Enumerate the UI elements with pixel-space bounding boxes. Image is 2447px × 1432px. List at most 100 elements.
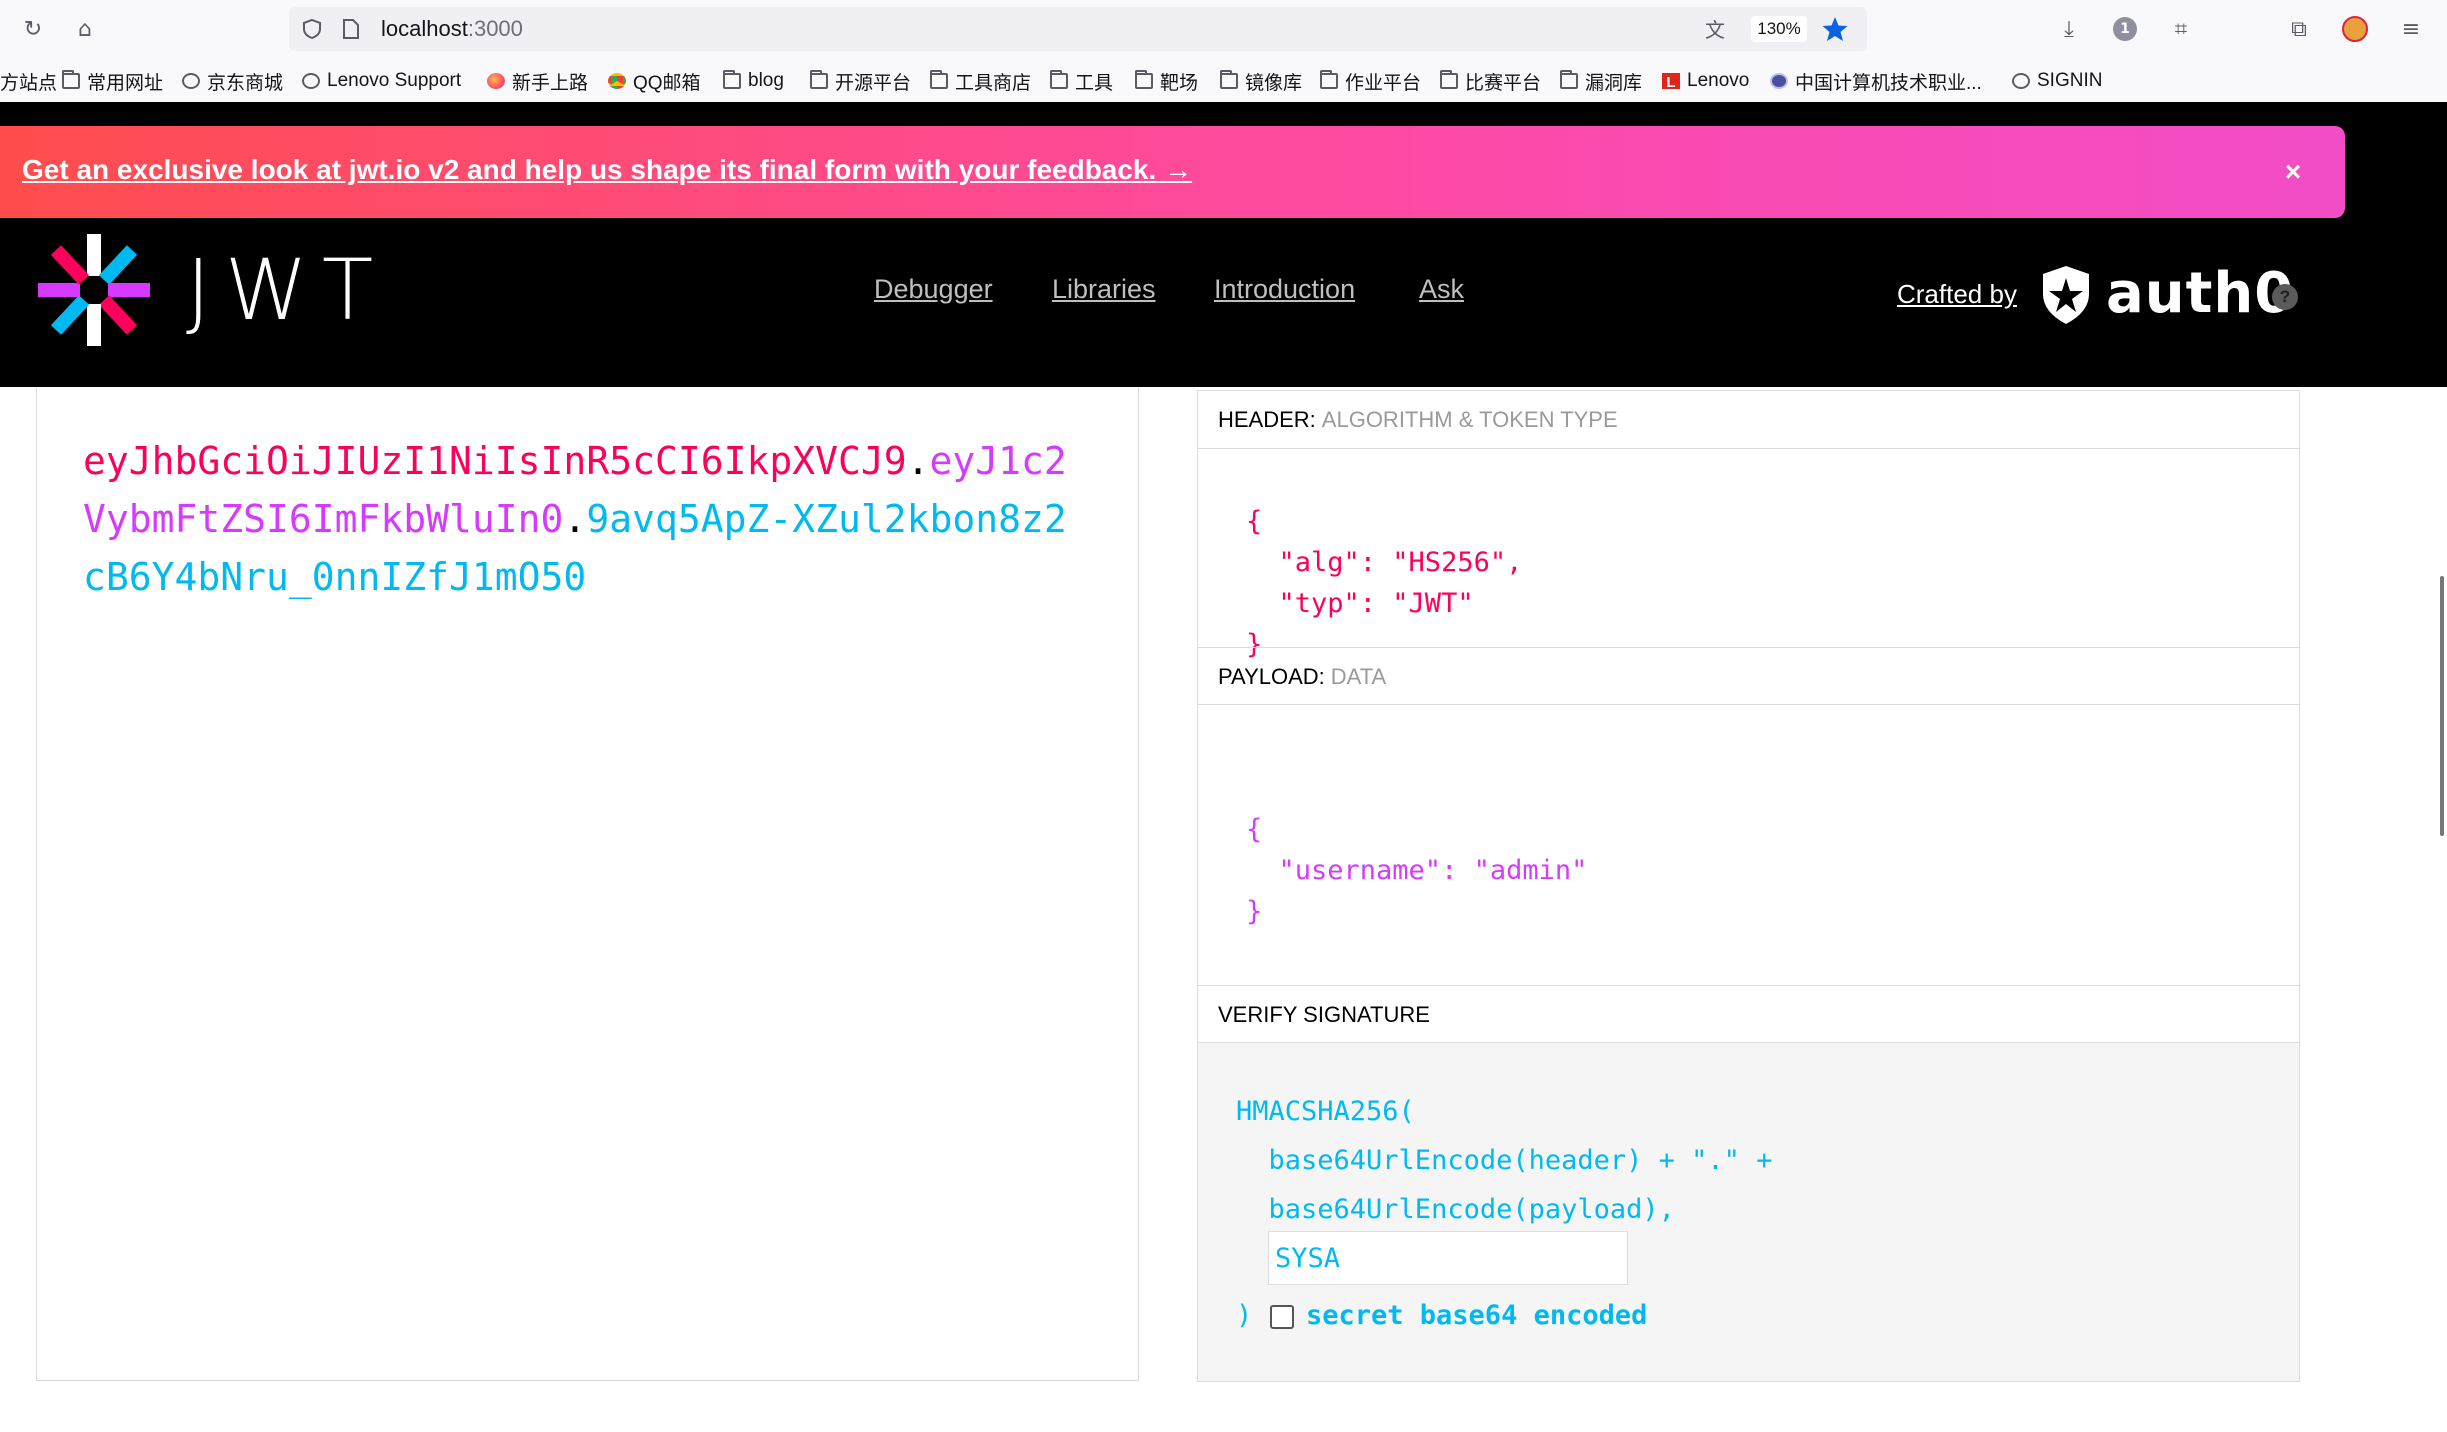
bookmark-label: 中国计算机技术职业... bbox=[1795, 72, 1982, 94]
site-icon bbox=[1770, 73, 1788, 89]
verify-signature-body: HMACSHA256( base64UrlEncode(header) + ".… bbox=[1198, 1043, 2299, 1381]
folder-icon bbox=[723, 70, 741, 89]
verify-section-title: VERIFY SIGNATURE bbox=[1198, 985, 2299, 1043]
bookmark-item[interactable]: SIGNIN bbox=[2012, 68, 2102, 94]
folder-icon bbox=[1220, 70, 1238, 89]
nav-ask[interactable]: Ask bbox=[1419, 274, 1464, 305]
bookmark-item[interactable]: 漏洞库 bbox=[1560, 68, 1642, 94]
bookmark-item[interactable]: 中国计算机技术职业... bbox=[1770, 68, 1982, 94]
header-subtitle: ALGORITHM & TOKEN TYPE bbox=[1321, 407, 1618, 432]
bookmarks-bar: 方站点 常用网址 京东商城 Lenovo Support 新手上路 QQ邮箱 blog 开源平… bbox=[0, 58, 2447, 103]
folder-icon bbox=[1440, 70, 1458, 89]
header-title: HEADER: bbox=[1218, 407, 1316, 432]
header-json-editor[interactable]: { "alg": "HS256", "typ": "JWT" } bbox=[1246, 501, 1522, 665]
zoom-badge[interactable]: 130% bbox=[1751, 16, 1807, 42]
encoded-token[interactable]: eyJhbGciOiJIUzI1NiIsInR5cCI6IkpXVCJ9.eyJ… bbox=[83, 432, 1083, 606]
feedback-banner-link[interactable]: Get an exclusive look at jwt.io v2 and h… bbox=[22, 154, 1192, 186]
folder-icon bbox=[1135, 70, 1153, 89]
secret-base64-checkbox[interactable] bbox=[1270, 1305, 1294, 1329]
folder-icon bbox=[1560, 70, 1578, 89]
bookmark-label: 靶场 bbox=[1160, 72, 1199, 94]
folder-icon bbox=[930, 70, 948, 89]
payload-subtitle: DATA bbox=[1330, 664, 1387, 689]
secret-input[interactable] bbox=[1268, 1231, 1628, 1285]
bookmark-item[interactable]: 工具商店 bbox=[930, 68, 1031, 94]
bookmark-item[interactable]: 常用网址 bbox=[62, 68, 163, 94]
verify-title: VERIFY SIGNATURE bbox=[1218, 1002, 1430, 1027]
bookmark-item[interactable]: 镜像库 bbox=[1220, 68, 1302, 94]
nav-debugger[interactable]: Debugger bbox=[874, 274, 993, 305]
nav-introduction[interactable]: Introduction bbox=[1214, 274, 1355, 305]
encoded-panel[interactable]: eyJhbGciOiJIUzI1NiIsInR5cCI6IkpXVCJ9.eyJ… bbox=[36, 388, 1139, 1381]
globe-icon bbox=[302, 73, 320, 89]
bookmark-label: 新手上路 bbox=[512, 72, 589, 94]
shield-icon[interactable] bbox=[301, 18, 323, 40]
payload-json-editor[interactable]: { "username": "admin" } bbox=[1246, 809, 1587, 932]
lenovo-icon: L bbox=[1662, 73, 1680, 91]
menu-icon[interactable]: ≡ bbox=[2394, 12, 2428, 46]
download-icon[interactable]: ⤓ bbox=[2052, 12, 2086, 46]
page-scrollbar[interactable] bbox=[2440, 576, 2444, 836]
page-icon bbox=[343, 19, 359, 39]
bookmark-label: 比赛平台 bbox=[1465, 72, 1542, 94]
translate-icon[interactable]: 文 bbox=[1698, 11, 1732, 45]
bookmark-item[interactable]: Lenovo Support bbox=[302, 68, 461, 94]
home-icon[interactable]: ⌂ bbox=[68, 12, 102, 46]
url-bar[interactable]: localhost:3000 文 130% bbox=[289, 7, 1867, 51]
folder-icon bbox=[62, 70, 80, 89]
bookmark-item[interactable]: 比赛平台 bbox=[1440, 68, 1541, 94]
bookmark-label: SIGNIN bbox=[2037, 70, 2103, 91]
folder-icon bbox=[1320, 70, 1338, 89]
bookmark-item[interactable]: 工具 bbox=[1050, 68, 1113, 94]
bookmark-item[interactable]: QQ邮箱 bbox=[608, 68, 701, 94]
bookmark-item[interactable]: 开源平台 bbox=[810, 68, 911, 94]
bookmark-star-icon[interactable] bbox=[1821, 16, 1849, 42]
bookmark-item[interactable]: 作业平台 bbox=[1320, 68, 1421, 94]
puzzle-extensions-icon[interactable]: ⧉ bbox=[2282, 12, 2316, 46]
bookmark-label: 京东商城 bbox=[207, 72, 284, 94]
feedback-banner: Get an exclusive look at jwt.io v2 and h… bbox=[0, 126, 2345, 218]
crafted-by-link[interactable]: Crafted by bbox=[1897, 279, 2017, 310]
reload-icon[interactable]: ↻ bbox=[16, 12, 50, 46]
banner-text: Get an exclusive look at jwt.io v2 and h… bbox=[22, 154, 1157, 185]
token-dot: . bbox=[563, 497, 587, 541]
bookmark-item[interactable]: L Lenovo bbox=[1662, 68, 1749, 94]
close-icon[interactable]: × bbox=[2275, 154, 2311, 190]
token-header-part: eyJhbGciOiJIUzI1NiIsInR5cCI6IkpXVCJ9 bbox=[83, 439, 907, 483]
bookmark-item[interactable]: 京东商城 bbox=[182, 68, 283, 94]
browser-toolbar: ↻ ⌂ localhost:3000 文 130% ⤓ 1 ⌗ ⧉ ≡ bbox=[0, 0, 2447, 58]
bookmark-label: blog bbox=[748, 70, 784, 91]
globe-icon bbox=[182, 73, 200, 89]
profile-avatar-icon[interactable] bbox=[2338, 12, 2372, 46]
url-port: :3000 bbox=[467, 16, 523, 41]
qq-mail-icon bbox=[608, 73, 626, 89]
bookmark-item[interactable]: 方站点 bbox=[0, 68, 57, 94]
help-icon[interactable]: ? bbox=[2272, 284, 2298, 310]
jwt-logo-text[interactable]: JWT bbox=[186, 241, 387, 339]
bookmark-label: 作业平台 bbox=[1345, 72, 1422, 94]
badge-count: 1 bbox=[2113, 17, 2137, 41]
extension-badge-icon[interactable]: 1 bbox=[2108, 12, 2142, 46]
firefox-icon bbox=[487, 73, 505, 89]
decoded-panel: HEADER: ALGORITHM & TOKEN TYPE { "alg": "… bbox=[1197, 390, 2300, 1382]
url-text[interactable]: localhost:3000 bbox=[381, 16, 523, 42]
bookmark-item[interactable]: 靶场 bbox=[1135, 68, 1198, 94]
nav-libraries[interactable]: Libraries bbox=[1052, 274, 1156, 305]
folder-icon bbox=[1050, 70, 1068, 89]
auth0-shield-icon[interactable] bbox=[2040, 264, 2092, 326]
crop-icon[interactable]: ⌗ bbox=[2164, 12, 2198, 46]
site-header: Get an exclusive look at jwt.io v2 and h… bbox=[0, 102, 2447, 387]
globe-icon bbox=[2012, 73, 2030, 89]
bookmark-label: 工具 bbox=[1075, 72, 1114, 94]
payload-title: PAYLOAD: bbox=[1218, 664, 1325, 689]
payload-section-title: PAYLOAD: DATA bbox=[1198, 647, 2299, 705]
bookmark-label: 工具商店 bbox=[955, 72, 1032, 94]
bookmark-item[interactable]: blog bbox=[723, 68, 784, 94]
jwt-logo-icon[interactable] bbox=[36, 232, 152, 348]
bookmark-label: 开源平台 bbox=[835, 72, 912, 94]
bookmark-label: Lenovo bbox=[1687, 70, 1750, 91]
folder-icon bbox=[810, 70, 828, 89]
secret-base64-label[interactable]: secret base64 encoded bbox=[1306, 1291, 1647, 1340]
bookmark-item[interactable]: 新手上路 bbox=[487, 68, 588, 94]
auth0-logo-text[interactable]: auth0 bbox=[2106, 261, 2294, 326]
